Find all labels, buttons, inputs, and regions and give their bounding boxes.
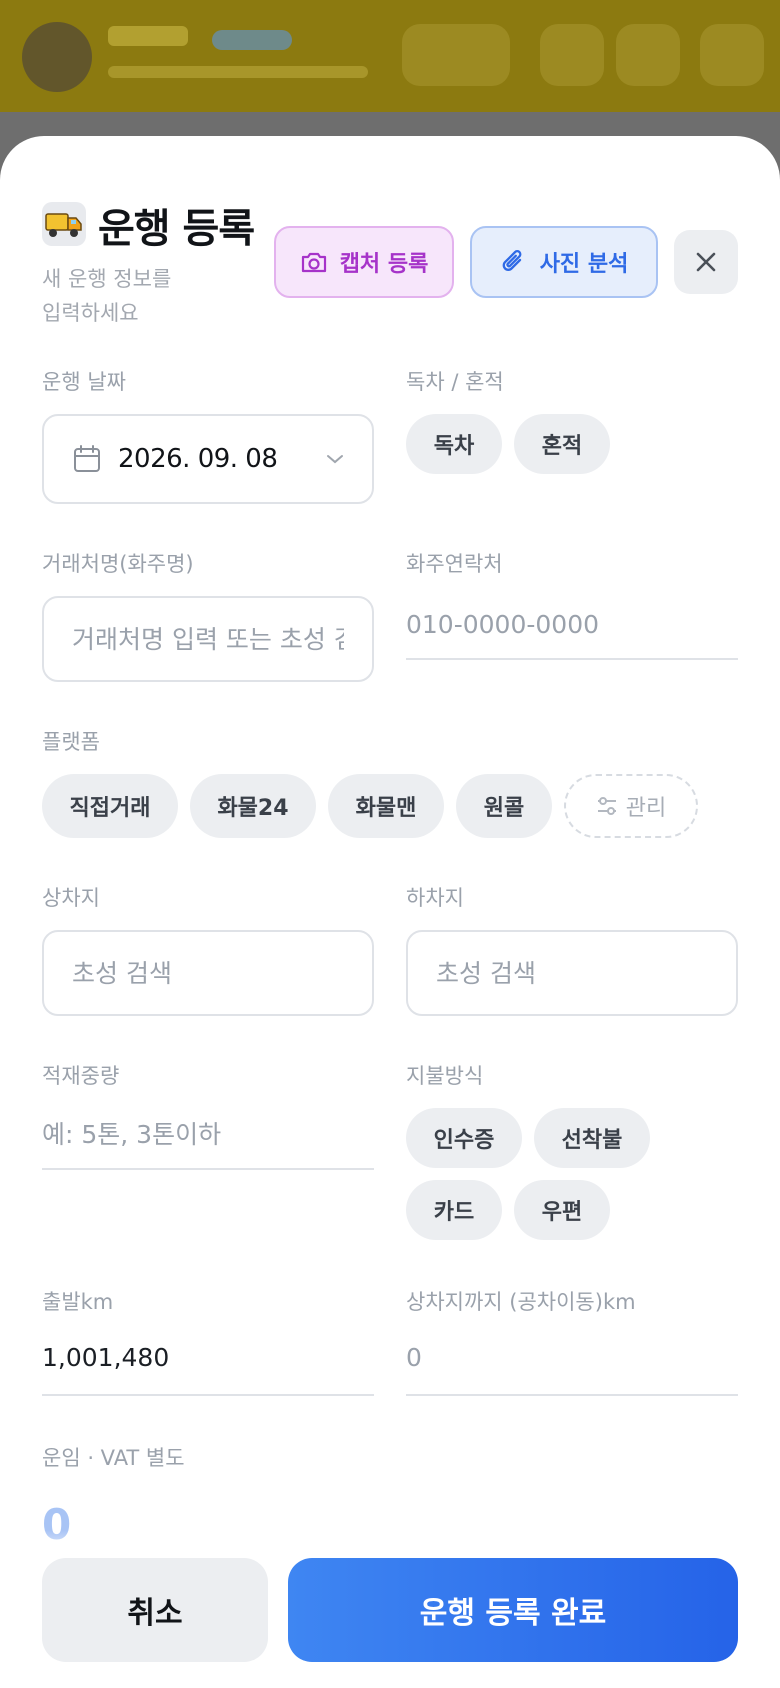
scroll-fade xyxy=(0,1530,780,1560)
calendar-icon xyxy=(74,445,100,472)
dropoff-field[interactable] xyxy=(406,930,738,1016)
paperclip-icon xyxy=(502,250,522,271)
platform-option[interactable]: 직접거래 xyxy=(42,774,178,838)
sliders-icon xyxy=(597,797,616,815)
weight-field[interactable] xyxy=(42,1100,374,1170)
load-type-option[interactable]: 독차 xyxy=(406,414,502,474)
payment-option[interactable]: 인수증 xyxy=(406,1108,522,1168)
platform-label: 플랫폼 xyxy=(42,730,100,754)
dropoff-label: 하차지 xyxy=(406,886,464,910)
modal-title: 운행 등록 xyxy=(98,206,255,252)
photo-analysis-button[interactable]: 사진 분석 xyxy=(470,226,658,298)
modal-subtitle: 새 운행 정보를 입력하세요 xyxy=(42,267,172,325)
app-header-icon-button xyxy=(616,24,680,86)
payment-label: 지불방식 xyxy=(406,1064,484,1088)
app-header-icon-button xyxy=(700,24,764,86)
pickup-input[interactable] xyxy=(72,958,344,988)
app-badge-blurred xyxy=(212,30,292,50)
dropoff-input[interactable] xyxy=(436,958,708,988)
contact-field[interactable] xyxy=(406,590,738,660)
platform-manage-button[interactable]: 관리 xyxy=(564,774,698,838)
platform-option[interactable]: 화물24 xyxy=(190,774,316,838)
contact-input[interactable] xyxy=(406,590,738,658)
close-button[interactable] xyxy=(674,230,738,294)
submit-trip-button[interactable]: 운행 등록 완료 xyxy=(288,1558,738,1662)
empty-km-input[interactable] xyxy=(406,1320,738,1394)
truck-icon xyxy=(42,202,86,246)
platform-option[interactable]: 원콜 xyxy=(456,774,552,838)
contact-label: 화주연락처 xyxy=(406,552,503,576)
camera-icon xyxy=(301,252,326,273)
app-logo xyxy=(22,22,92,92)
cancel-button[interactable]: 취소 xyxy=(42,1558,268,1662)
load-type-label: 독차 / 혼적 xyxy=(406,370,504,394)
date-value: 2026. 09. 08 xyxy=(118,444,278,474)
date-picker[interactable]: 2026. 09. 08 xyxy=(42,414,374,504)
start-km-input[interactable] xyxy=(42,1320,374,1394)
close-icon xyxy=(696,252,716,272)
empty-km-label: 상차지까지 (공차이동)km xyxy=(406,1290,636,1314)
app-header-icon-button xyxy=(540,24,604,86)
app-header-button xyxy=(402,24,510,86)
pickup-field[interactable] xyxy=(42,930,374,1016)
fare-label: 운임 · VAT 별도 xyxy=(42,1446,185,1470)
app-subtitle-blurred xyxy=(108,66,368,78)
start-km-label: 출발km xyxy=(42,1290,114,1314)
weight-input[interactable] xyxy=(42,1100,374,1168)
platform-option[interactable]: 화물맨 xyxy=(328,774,444,838)
app-title-blurred xyxy=(108,26,188,46)
client-input[interactable] xyxy=(72,624,344,654)
capture-register-label: 캡처 등록 xyxy=(339,252,429,277)
chevron-down-icon xyxy=(327,455,343,464)
payment-option[interactable]: 카드 xyxy=(406,1180,502,1240)
platform-manage-label: 관리 xyxy=(625,796,667,821)
client-label: 거래처명(화주명) xyxy=(42,552,194,576)
load-type-option[interactable]: 혼적 xyxy=(514,414,610,474)
empty-km-field[interactable] xyxy=(406,1320,738,1396)
start-km-field[interactable] xyxy=(42,1320,374,1396)
payment-option[interactable]: 선착불 xyxy=(534,1108,650,1168)
date-label: 운행 날짜 xyxy=(42,370,126,394)
weight-label: 적재중량 xyxy=(42,1064,120,1088)
payment-option[interactable]: 우편 xyxy=(514,1180,610,1240)
capture-register-button[interactable]: 캡처 등록 xyxy=(274,226,454,298)
pickup-label: 상차지 xyxy=(42,886,100,910)
app-header-background xyxy=(0,0,780,112)
photo-analysis-label: 사진 분석 xyxy=(539,252,629,277)
client-field[interactable] xyxy=(42,596,374,682)
